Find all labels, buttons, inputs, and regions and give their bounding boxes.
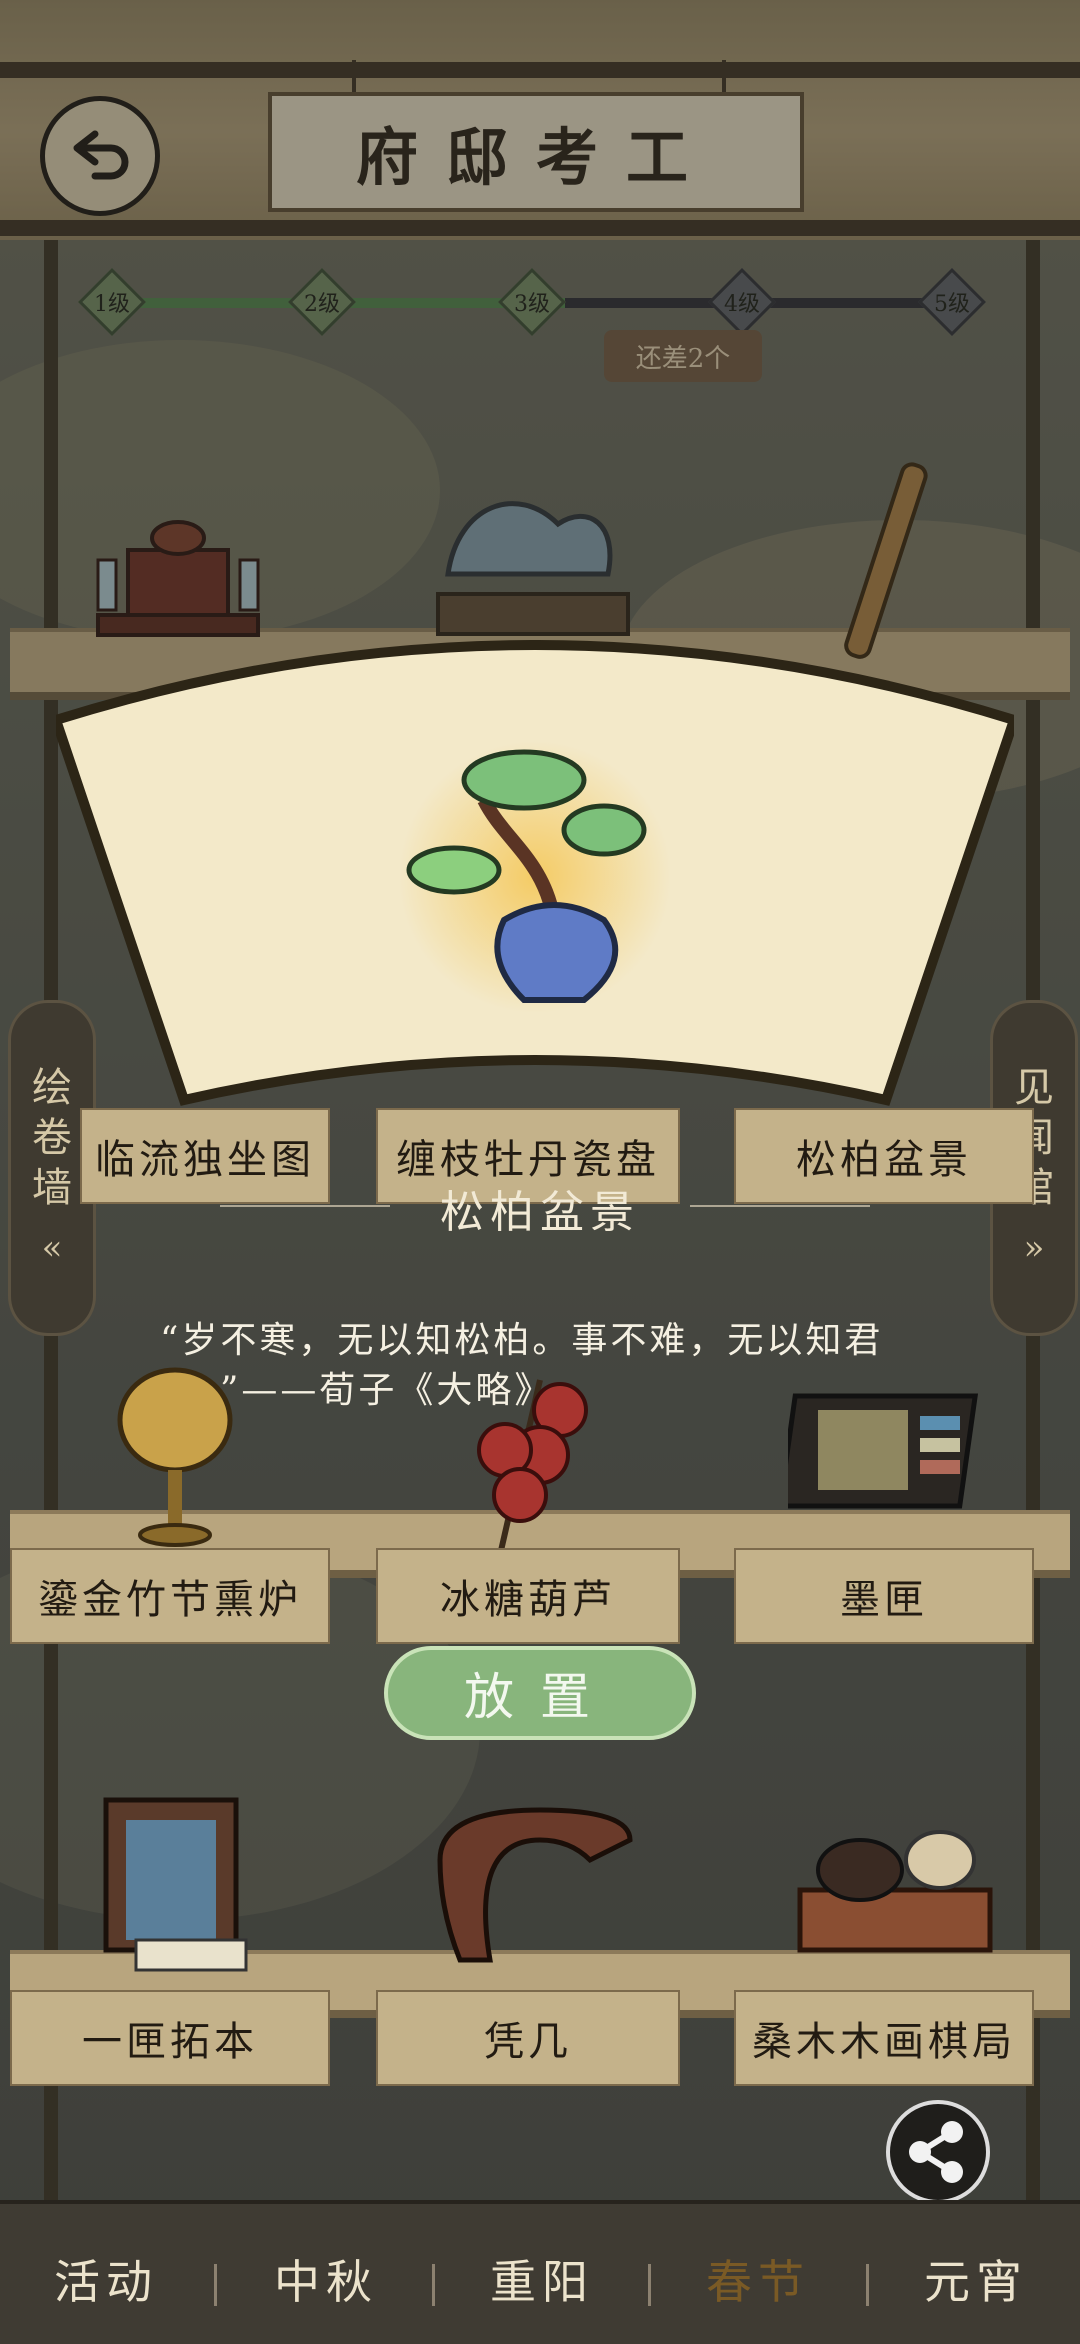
nav-tab-spring-festival[interactable]: 春节 (668, 2246, 848, 2312)
chess-board-icon[interactable] (790, 1820, 1000, 1970)
chevron-right-icon: » (1023, 1228, 1045, 1268)
item-label[interactable]: 一匣拓本 (10, 1990, 330, 2086)
item-label[interactable]: 冰糖葫芦 (376, 1548, 680, 1644)
item-detail-title: 松柏盆景 (440, 1187, 640, 1238)
rubbing-box-icon[interactable] (96, 1790, 266, 1980)
nav-tab-lantern[interactable]: 元宵 (886, 2246, 1066, 2312)
share-button[interactable] (886, 2100, 990, 2204)
share-icon (909, 2121, 963, 2183)
chevron-left-icon: « (41, 1228, 63, 1268)
item-label[interactable]: 桑木木画棋局 (734, 1990, 1034, 2086)
bonsai-icon (406, 749, 647, 1003)
divider-right (690, 1205, 870, 1207)
nav-tab-double-ninth[interactable]: 重阳 (452, 2246, 632, 2312)
ink-box-icon[interactable] (788, 1376, 988, 1526)
candied-haws-icon[interactable] (460, 1370, 610, 1560)
item-label[interactable]: 凭几 (376, 1990, 680, 2086)
nav-tab-activity[interactable]: 活动 (16, 2246, 196, 2312)
nav-tab-mid-autumn[interactable]: 中秋 (236, 2246, 416, 2312)
nav-divider (866, 2264, 869, 2306)
place-button[interactable]: 放置 (384, 1646, 696, 1740)
incense-burner-icon[interactable] (110, 1340, 240, 1550)
nav-divider (432, 2264, 435, 2306)
armrest-icon[interactable] (430, 1800, 640, 1970)
nav-divider (214, 2264, 217, 2306)
item-label[interactable]: 鎏金竹节熏炉 (10, 1548, 330, 1644)
nav-divider (648, 2264, 651, 2306)
bottom-nav: 活动 中秋 重阳 春节 元宵 (0, 2200, 1080, 2344)
item-label[interactable]: 墨匣 (734, 1548, 1034, 1644)
